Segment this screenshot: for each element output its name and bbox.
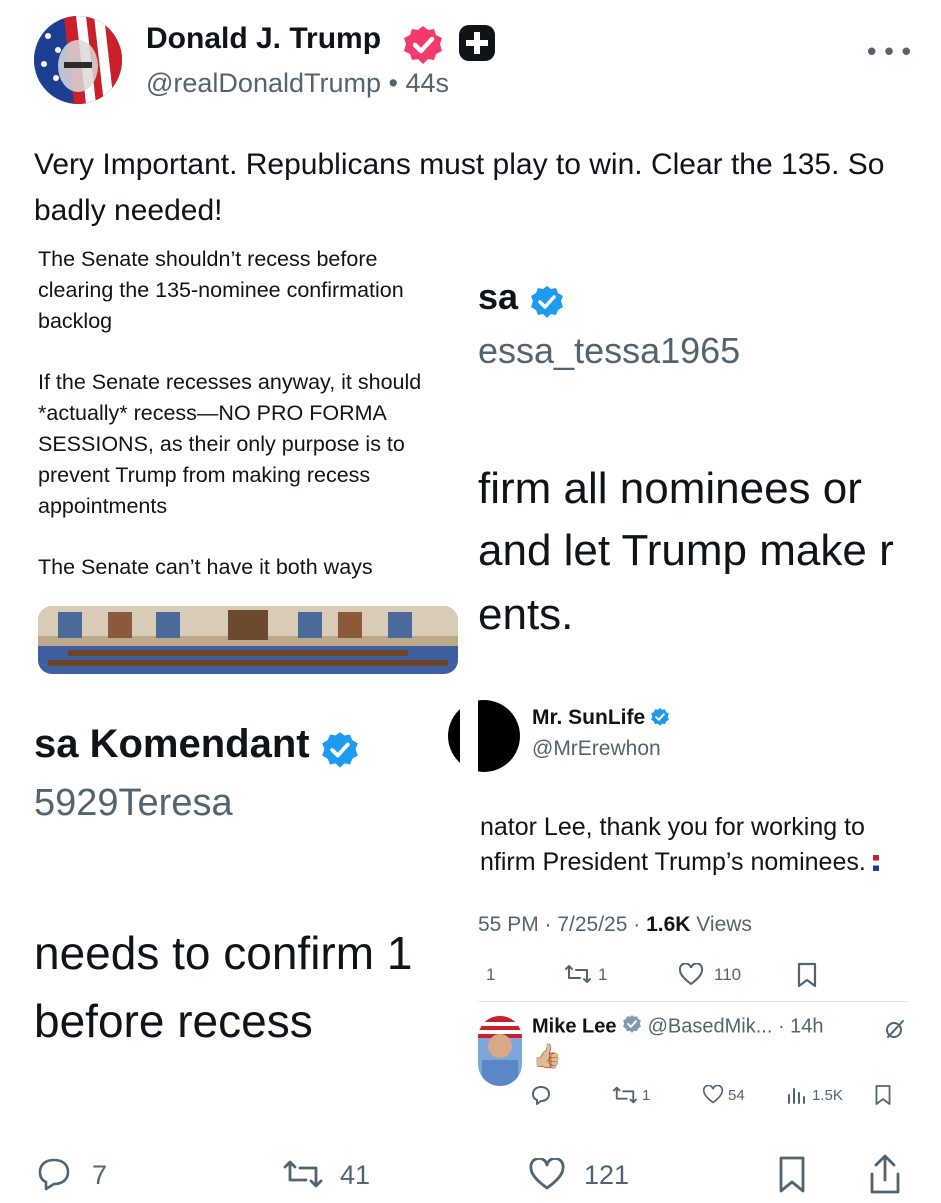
sunlife-views-label: Views [690,913,752,936]
author-name[interactable]: Donald J. Trump [146,22,381,56]
verified-blue-icon [529,284,565,325]
sunlife-handle[interactable]: @MrErewhon [532,737,661,761]
text-block-para-1: The Senate shouldn’t recess before clear… [38,247,404,333]
sunlife-line-2: nfirm President Trump’s nominees. [480,845,906,880]
author-handle-line: @realDonaldTrump • 44s [146,68,449,99]
text-block-para-3: The Senate can’t have it both ways [38,555,373,580]
grok-icon[interactable] [884,1018,906,1044]
main-action-bar: 7 41 121 [0,1152,941,1200]
like-icon[interactable] [702,1084,724,1109]
sunlife-avatar[interactable] [448,700,520,772]
verified-gray-icon [622,1014,642,1040]
repost-icon[interactable] [282,1156,324,1199]
share-icon[interactable] [866,1152,904,1203]
crop2-handle-fragment: 5929Teresa [34,782,233,824]
crop-handle-fragment: essa_tessa1965 [478,330,741,371]
crop-name-fragment: sa [478,276,519,317]
bottom-left-crop: sa Komendant 5929Teresa needs to confirm… [34,716,464,1056]
like-icon[interactable] [528,1156,566,1199]
crop-line-1: firm all nominees or [478,464,862,513]
like-icon[interactable] [678,962,704,992]
divider [478,1001,908,1002]
verified-blue-icon [650,707,670,732]
text-block-para-2: If the Senate recesses anyway, it should… [38,370,422,518]
top-right-crop: sa essa_tessa1965 firm all nominees or a… [478,272,906,652]
more-options-icon[interactable]: ••• [864,38,916,68]
sunlife-text: nator Lee, thank you for working to nfir… [480,810,906,880]
post-time[interactable]: 44s [405,68,449,98]
sunlife-line-1: nator Lee, thank you for working to [480,813,865,841]
views-icon[interactable] [786,1085,806,1109]
reply-count: 7 [92,1160,108,1190]
mikelee-handle-time[interactable]: @BasedMik... · 14h [648,1015,824,1037]
plus-badge-icon [458,24,496,62]
crop-line-2: and let Trump make r [478,526,894,575]
post-text: Very Important. Republicans must play to… [34,148,885,227]
sunlife-repost-count: 1 [598,965,608,984]
crop2-name-fragment: sa Komendant [34,722,310,766]
mikelee-repost-count: 1 [642,1087,651,1104]
separator-dot: • [388,68,398,98]
bookmark-icon[interactable] [778,1156,806,1201]
sunlife-header: Mr. SunLife [532,706,670,732]
crop-line-3: ents. [478,590,574,639]
bookmark-icon[interactable] [796,962,818,993]
sunlife-meta: 55 PM · 7/25/25 · 1.6K Views [478,913,752,937]
mikelee-header: Mike Lee @BasedMik... · 14h [532,1014,824,1040]
sunlife-name[interactable]: Mr. SunLife [532,706,645,729]
sunlife-reply-count[interactable]: 1 [486,965,495,985]
collage-text-block: The Senate shouldn’t recess before clear… [38,244,458,583]
retweet-icon[interactable] [612,1084,638,1110]
repost-count: 41 [340,1160,371,1190]
sunlife-views-count: 1.6K [646,913,691,936]
mikelee-like-count: 54 [728,1087,745,1104]
thumbs-up-emoji: 👍🏼 [532,1042,562,1070]
verified-badge-icon [402,24,444,66]
like-count: 121 [584,1160,630,1190]
sunlife-time-date[interactable]: 55 PM · 7/25/25 · [478,913,646,936]
author-handle[interactable]: @realDonaldTrump [146,68,381,98]
bookmark-icon[interactable] [874,1084,892,1110]
mikelee-actions: 1 54 1.5K [530,1084,910,1110]
mikelee-avatar[interactable] [478,1016,522,1086]
verified-blue-icon [320,730,360,775]
mikelee-name[interactable]: Mike Lee [532,1015,616,1037]
senate-chamber-image [38,606,458,674]
crop2-line-1: needs to confirm 1 [34,927,413,979]
author-avatar[interactable] [34,16,122,104]
sunlife-actions: 1 1 110 [478,962,908,992]
sunlife-like-count: 110 [714,965,742,984]
mikelee-view-count: 1.5K [812,1087,843,1104]
retweet-icon[interactable] [564,962,592,991]
crop2-line-2: before recess [34,995,313,1047]
reply-icon[interactable] [36,1156,72,1199]
reply-icon[interactable] [530,1084,552,1110]
us-flag-icon [872,855,879,872]
